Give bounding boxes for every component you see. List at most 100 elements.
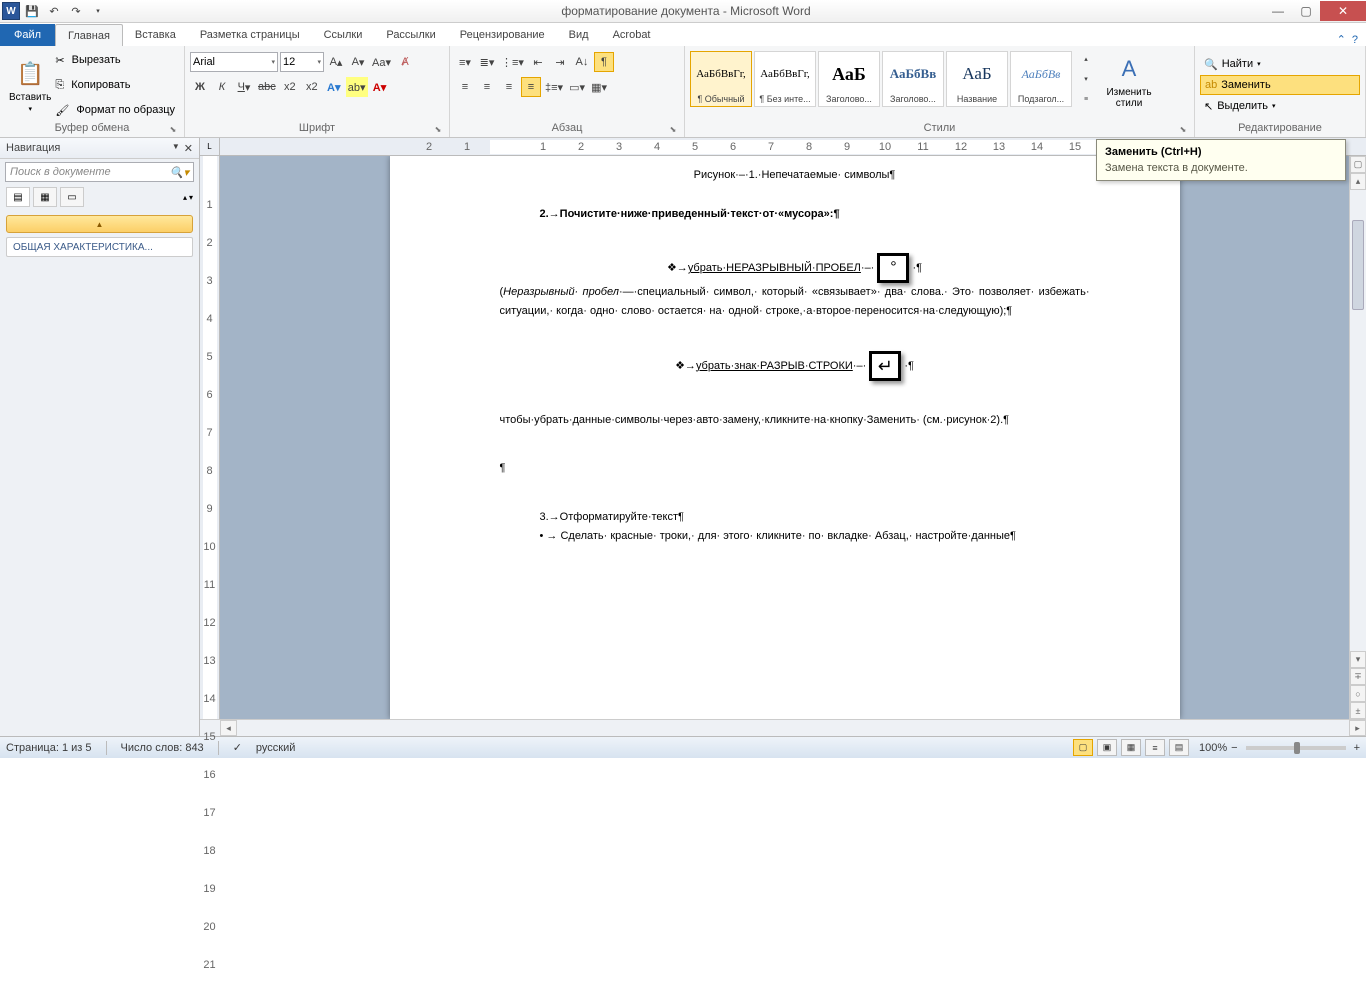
line-spacing-button[interactable]: ‡≡▾ <box>543 77 565 97</box>
hscroll-right-icon[interactable]: ▸ <box>1349 720 1366 736</box>
minimize-ribbon-icon[interactable]: ⌃ <box>1337 33 1346 46</box>
document-page[interactable]: Рисунок·–·1.·Непечатаемые· символы¶ 2.→П… <box>390 156 1180 719</box>
nav-close-icon[interactable]: ✕ <box>184 142 193 155</box>
tab-file[interactable]: Файл <box>0 24 55 46</box>
nav-tab-pages[interactable]: ▦ <box>33 187 57 207</box>
paste-button[interactable]: 📋 Вставить ▾ <box>5 48 55 122</box>
style-nospace[interactable]: АаБбВвГг,¶ Без инте... <box>754 51 816 107</box>
highlight-button[interactable]: ab▾ <box>346 77 368 97</box>
styles-gallery[interactable]: АаБбВвГг,¶ Обычный АаБбВвГг,¶ Без инте..… <box>690 51 1072 107</box>
show-marks-button[interactable]: ¶ <box>594 52 614 72</box>
save-icon[interactable]: 💾 <box>22 1 42 21</box>
dedent-button[interactable]: ⇤ <box>528 52 548 72</box>
nav-heading-entry[interactable]: ОБЩАЯ ХАРАКТЕРИСТИКА... <box>6 237 193 257</box>
change-styles-button[interactable]: A Изменить стили <box>1100 51 1158 111</box>
find-button[interactable]: 🔍Найти▾ <box>1200 54 1360 74</box>
hscroll-left-icon[interactable]: ◂ <box>220 720 237 736</box>
italic-button[interactable]: К <box>212 77 232 97</box>
ruler-toggle-icon[interactable]: ▢ <box>1350 156 1366 173</box>
status-page[interactable]: Страница: 1 из 5 <box>6 742 92 754</box>
tab-references[interactable]: Ссылки <box>312 24 375 46</box>
nav-prev-icon[interactable]: ▴ <box>183 193 187 202</box>
borders-button[interactable]: ▦▾ <box>589 77 609 97</box>
copy-button[interactable]: ⎘ Копировать <box>55 74 175 96</box>
tab-review[interactable]: Рецензирование <box>448 24 557 46</box>
styles-launcher[interactable]: ⬊ <box>1177 125 1189 137</box>
styles-scroll[interactable]: ▴ ▾ ≡ <box>1076 51 1096 107</box>
browse-object-icon[interactable]: ○ <box>1350 685 1366 702</box>
scroll-up-icon[interactable]: ▴ <box>1350 173 1366 190</box>
search-icon[interactable]: 🔍▾ <box>170 166 189 179</box>
tab-layout[interactable]: Разметка страницы <box>188 24 312 46</box>
close-button[interactable]: ✕ <box>1320 1 1366 21</box>
select-button[interactable]: ↖Выделить▾ <box>1200 96 1360 116</box>
view-outline[interactable]: ≡ <box>1145 739 1165 756</box>
scroll-down-icon[interactable]: ▾ <box>1350 651 1366 668</box>
font-size-combo[interactable]: 12▾ <box>280 52 324 72</box>
tab-acrobat[interactable]: Acrobat <box>601 24 663 46</box>
bullets-button[interactable]: ≡▾ <box>455 52 475 72</box>
clear-format-button[interactable]: Ⱥ <box>395 52 415 72</box>
align-right-button[interactable]: ≡ <box>499 77 519 97</box>
qat-more-icon[interactable]: ▾ <box>88 1 108 21</box>
tab-view[interactable]: Вид <box>557 24 601 46</box>
redo-icon[interactable]: ↷ <box>66 1 86 21</box>
styles-more-icon[interactable]: ≡ <box>1076 91 1096 107</box>
nav-tab-headings[interactable]: ▤ <box>6 187 30 207</box>
view-draft[interactable]: ▤ <box>1169 739 1189 756</box>
style-h2[interactable]: АаБбВвЗаголово... <box>882 51 944 107</box>
subscript-button[interactable]: x2 <box>280 77 300 97</box>
styles-up-icon[interactable]: ▴ <box>1076 51 1096 67</box>
ruler-corner[interactable]: L <box>200 138 220 155</box>
strike-button[interactable]: abc <box>256 77 278 97</box>
style-normal[interactable]: АаБбВвГг,¶ Обычный <box>690 51 752 107</box>
styles-down-icon[interactable]: ▾ <box>1076 71 1096 87</box>
font-name-combo[interactable]: Arial▾ <box>190 52 278 72</box>
nav-menu-icon[interactable]: ▼ <box>172 142 180 155</box>
horizontal-scrollbar[interactable]: ◂ ▸ <box>200 719 1366 736</box>
multilevel-button[interactable]: ⋮≡▾ <box>499 52 526 72</box>
style-title[interactable]: АаБНазвание <box>946 51 1008 107</box>
tab-mailings[interactable]: Рассылки <box>374 24 447 46</box>
indent-button[interactable]: ⇥ <box>550 52 570 72</box>
shrink-font-button[interactable]: A▾ <box>348 52 368 72</box>
tab-home[interactable]: Главная <box>55 24 123 46</box>
word-icon[interactable]: W <box>2 2 20 20</box>
nav-search-input[interactable]: Поиск в документе 🔍▾ <box>5 162 194 182</box>
align-left-button[interactable]: ≡ <box>455 77 475 97</box>
maximize-button[interactable]: ▢ <box>1292 1 1320 21</box>
minimize-button[interactable]: — <box>1264 1 1292 21</box>
page-viewport[interactable]: Рисунок·–·1.·Непечатаемые· символы¶ 2.→П… <box>220 156 1349 719</box>
change-case-button[interactable]: Aa▾ <box>370 52 393 72</box>
proofing-icon[interactable]: ✓ <box>233 741 242 754</box>
underline-button[interactable]: Ч▾ <box>234 77 254 97</box>
next-page-icon[interactable]: ± <box>1350 702 1366 719</box>
font-launcher[interactable]: ⬊ <box>432 125 444 137</box>
help-icon[interactable]: ? <box>1352 34 1358 46</box>
bold-button[interactable]: Ж <box>190 77 210 97</box>
undo-icon[interactable]: ↶ <box>44 1 64 21</box>
view-web[interactable]: ▦ <box>1121 739 1141 756</box>
view-full-screen[interactable]: ▣ <box>1097 739 1117 756</box>
vertical-scrollbar[interactable]: ▢ ▴ ▾ ∓ ○ ± <box>1349 156 1366 719</box>
paragraph-launcher[interactable]: ⬊ <box>667 125 679 137</box>
style-subtitle[interactable]: АаБбВвПодзагол... <box>1010 51 1072 107</box>
nav-next-icon[interactable]: ▾ <box>189 193 193 202</box>
justify-button[interactable]: ≡ <box>521 77 541 97</box>
grow-font-button[interactable]: A▴ <box>326 52 346 72</box>
clipboard-launcher[interactable]: ⬊ <box>167 125 179 137</box>
zoom-slider[interactable] <box>1246 746 1346 750</box>
nav-collapse-button[interactable]: ▲ <box>6 215 193 233</box>
vertical-ruler[interactable]: 123456789101112131415161718192021 <box>200 156 220 719</box>
tab-insert[interactable]: Вставка <box>123 24 188 46</box>
font-color-button[interactable]: A▾ <box>370 77 390 97</box>
align-center-button[interactable]: ≡ <box>477 77 497 97</box>
status-words[interactable]: Число слов: 843 <box>121 742 204 754</box>
numbering-button[interactable]: ≣▾ <box>477 52 497 72</box>
scroll-thumb[interactable] <box>1352 220 1364 310</box>
text-effects-button[interactable]: A▾ <box>324 77 344 97</box>
format-painter-button[interactable]: 🖌 Формат по образцу <box>55 99 175 121</box>
zoom-level[interactable]: 100% <box>1199 742 1227 754</box>
zoom-in-button[interactable]: + <box>1354 742 1360 754</box>
cut-button[interactable]: ✂ Вырезать <box>55 49 175 71</box>
